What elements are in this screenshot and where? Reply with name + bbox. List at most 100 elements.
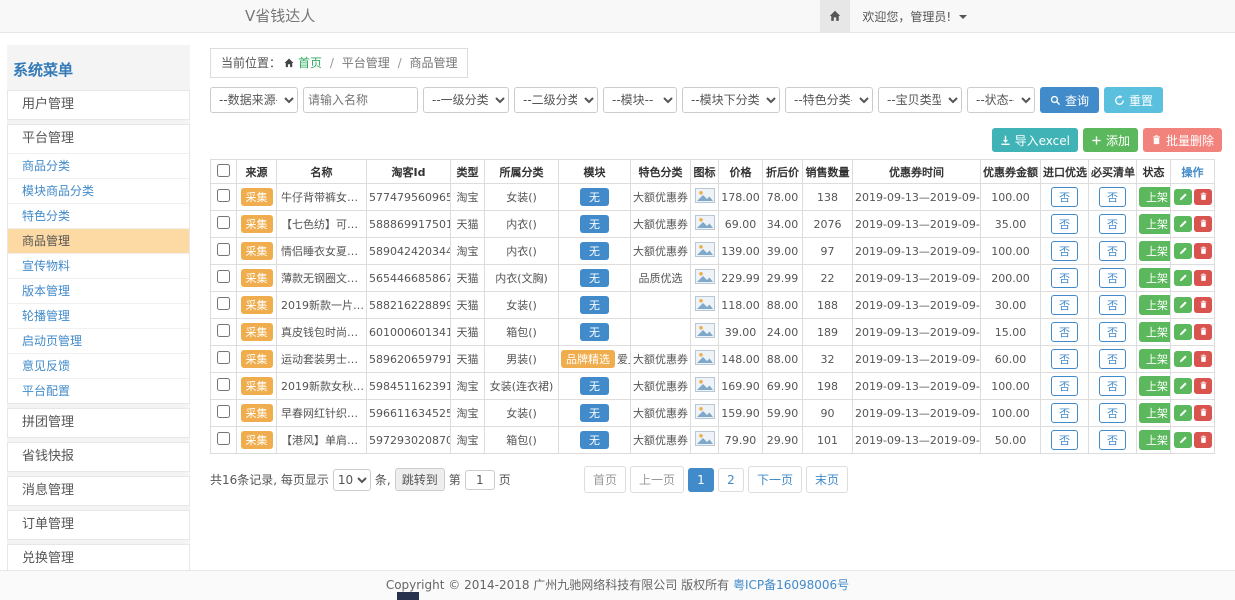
delete-button[interactable] <box>1194 324 1212 340</box>
sidebar-item-user-management[interactable]: 用户管理 <box>8 91 189 119</box>
edit-button[interactable] <box>1174 297 1192 313</box>
sidebar-subitem-feedback[interactable]: 意见反馈 <box>8 353 189 378</box>
edit-button[interactable] <box>1174 324 1192 340</box>
edit-button[interactable] <box>1174 378 1192 394</box>
sidebar-item-order-management[interactable]: 订单管理 <box>8 511 189 539</box>
sidebar-item-message-management[interactable]: 消息管理 <box>8 477 189 505</box>
module-select[interactable]: --模块-- <box>603 87 677 113</box>
name-input[interactable] <box>303 87 418 113</box>
sidebar-subitem-feature-category[interactable]: 特色分类 <box>8 203 189 228</box>
delete-button[interactable] <box>1194 432 1212 448</box>
breadcrumb-platform-link[interactable]: 平台管理 <box>342 56 390 70</box>
status-button[interactable]: 上架 <box>1139 430 1171 450</box>
status-button[interactable]: 上架 <box>1139 349 1171 369</box>
must-buy-toggle[interactable]: 否 <box>1099 430 1126 450</box>
edit-button[interactable] <box>1174 432 1192 448</box>
row-checkbox[interactable] <box>217 351 230 364</box>
delete-button[interactable] <box>1194 297 1212 313</box>
row-checkbox[interactable] <box>217 243 230 256</box>
sidebar-item-exchange-management[interactable]: 兑换管理 <box>8 545 189 570</box>
home-button[interactable] <box>820 0 850 32</box>
status-button[interactable]: 上架 <box>1139 403 1171 423</box>
sidebar-item-saving-express[interactable]: 省钱快报 <box>8 443 189 471</box>
row-checkbox[interactable] <box>217 270 230 283</box>
import-select-toggle[interactable]: 否 <box>1051 322 1078 342</box>
add-button[interactable]: 添加 <box>1083 128 1138 152</box>
status-button[interactable]: 上架 <box>1139 241 1171 261</box>
edit-button[interactable] <box>1174 270 1192 286</box>
sidebar-subitem-goods-management[interactable]: 商品管理 <box>8 228 189 253</box>
import-select-toggle[interactable]: 否 <box>1051 214 1078 234</box>
page-button-prev-page[interactable]: 上一页 <box>630 466 684 493</box>
row-checkbox[interactable] <box>217 378 230 391</box>
delete-button[interactable] <box>1194 216 1212 232</box>
delete-button[interactable] <box>1194 405 1212 421</box>
import-select-toggle[interactable]: 否 <box>1051 295 1078 315</box>
batch-delete-button[interactable]: 批量删除 <box>1143 128 1222 152</box>
breadcrumb-home-link[interactable]: 首页 <box>298 56 322 70</box>
must-buy-toggle[interactable]: 否 <box>1099 214 1126 234</box>
import-select-toggle[interactable]: 否 <box>1051 268 1078 288</box>
page-button-next-page[interactable]: 下一页 <box>748 466 802 493</box>
must-buy-toggle[interactable]: 否 <box>1099 295 1126 315</box>
icp-link[interactable]: 粤ICP备16098006号 <box>733 578 849 592</box>
sidebar-subitem-promo-material[interactable]: 宣传物料 <box>8 253 189 278</box>
search-button[interactable]: 查询 <box>1040 87 1099 113</box>
status-button[interactable]: 上架 <box>1139 268 1171 288</box>
feature-category-select[interactable]: --特色分类-- <box>785 87 873 113</box>
row-checkbox[interactable] <box>217 216 230 229</box>
status-button[interactable]: 上架 <box>1139 322 1171 342</box>
must-buy-toggle[interactable]: 否 <box>1099 241 1126 261</box>
item-type-select[interactable]: --宝贝类型-- <box>878 87 962 113</box>
page-button-page-1[interactable]: 1 <box>688 468 714 492</box>
import-select-toggle[interactable]: 否 <box>1051 403 1078 423</box>
sidebar-item-platform-management[interactable]: 平台管理 <box>8 125 189 153</box>
import-select-toggle[interactable]: 否 <box>1051 349 1078 369</box>
edit-button[interactable] <box>1174 243 1192 259</box>
sidebar-subitem-splash-page-management[interactable]: 启动页管理 <box>8 328 189 353</box>
sidebar-subitem-platform-config[interactable]: 平台配置 <box>8 378 189 403</box>
must-buy-toggle[interactable]: 否 <box>1099 322 1126 342</box>
page-button-first-page[interactable]: 首页 <box>584 466 626 493</box>
must-buy-toggle[interactable]: 否 <box>1099 376 1126 396</box>
row-checkbox[interactable] <box>217 189 230 202</box>
sidebar-subitem-carousel-management[interactable]: 轮播管理 <box>8 303 189 328</box>
level2-category-select[interactable]: --二级分类-- <box>514 87 598 113</box>
row-checkbox[interactable] <box>217 432 230 445</box>
row-checkbox[interactable] <box>217 405 230 418</box>
row-checkbox[interactable] <box>217 324 230 337</box>
import-excel-button[interactable]: 导入excel <box>992 128 1078 152</box>
edit-button[interactable] <box>1174 189 1192 205</box>
edit-button[interactable] <box>1174 351 1192 367</box>
status-button[interactable]: 上架 <box>1139 376 1171 396</box>
import-select-toggle[interactable]: 否 <box>1051 430 1078 450</box>
module-subcategory-select[interactable]: --模块下分类-- <box>682 87 780 113</box>
reset-button[interactable]: 重置 <box>1104 87 1163 113</box>
status-select[interactable]: --状态-- <box>967 87 1035 113</box>
sidebar-subitem-goods-category[interactable]: 商品分类 <box>8 153 189 178</box>
status-button[interactable]: 上架 <box>1139 187 1171 207</box>
page-button-page-2[interactable]: 2 <box>718 468 744 492</box>
must-buy-toggle[interactable]: 否 <box>1099 403 1126 423</box>
must-buy-toggle[interactable]: 否 <box>1099 268 1126 288</box>
delete-button[interactable] <box>1194 378 1212 394</box>
user-menu[interactable]: 欢迎您，管理员! <box>862 8 967 25</box>
delete-button[interactable] <box>1194 189 1212 205</box>
import-select-toggle[interactable]: 否 <box>1051 241 1078 261</box>
edit-button[interactable] <box>1174 216 1192 232</box>
sidebar-subitem-module-goods-category[interactable]: 模块商品分类 <box>8 178 189 203</box>
data-source-select[interactable]: --数据来源-- <box>210 87 298 113</box>
must-buy-toggle[interactable]: 否 <box>1099 349 1126 369</box>
must-buy-toggle[interactable]: 否 <box>1099 187 1126 207</box>
delete-button[interactable] <box>1194 351 1212 367</box>
delete-button[interactable] <box>1194 243 1212 259</box>
page-button-last-page[interactable]: 末页 <box>806 466 848 493</box>
edit-button[interactable] <box>1174 405 1192 421</box>
sidebar-subitem-version-management[interactable]: 版本管理 <box>8 278 189 303</box>
select-all-checkbox[interactable] <box>217 164 230 177</box>
import-select-toggle[interactable]: 否 <box>1051 376 1078 396</box>
import-select-toggle[interactable]: 否 <box>1051 187 1078 207</box>
row-checkbox[interactable] <box>217 297 230 310</box>
delete-button[interactable] <box>1194 270 1212 286</box>
sidebar-item-groupbuy-management[interactable]: 拼团管理 <box>8 409 189 437</box>
